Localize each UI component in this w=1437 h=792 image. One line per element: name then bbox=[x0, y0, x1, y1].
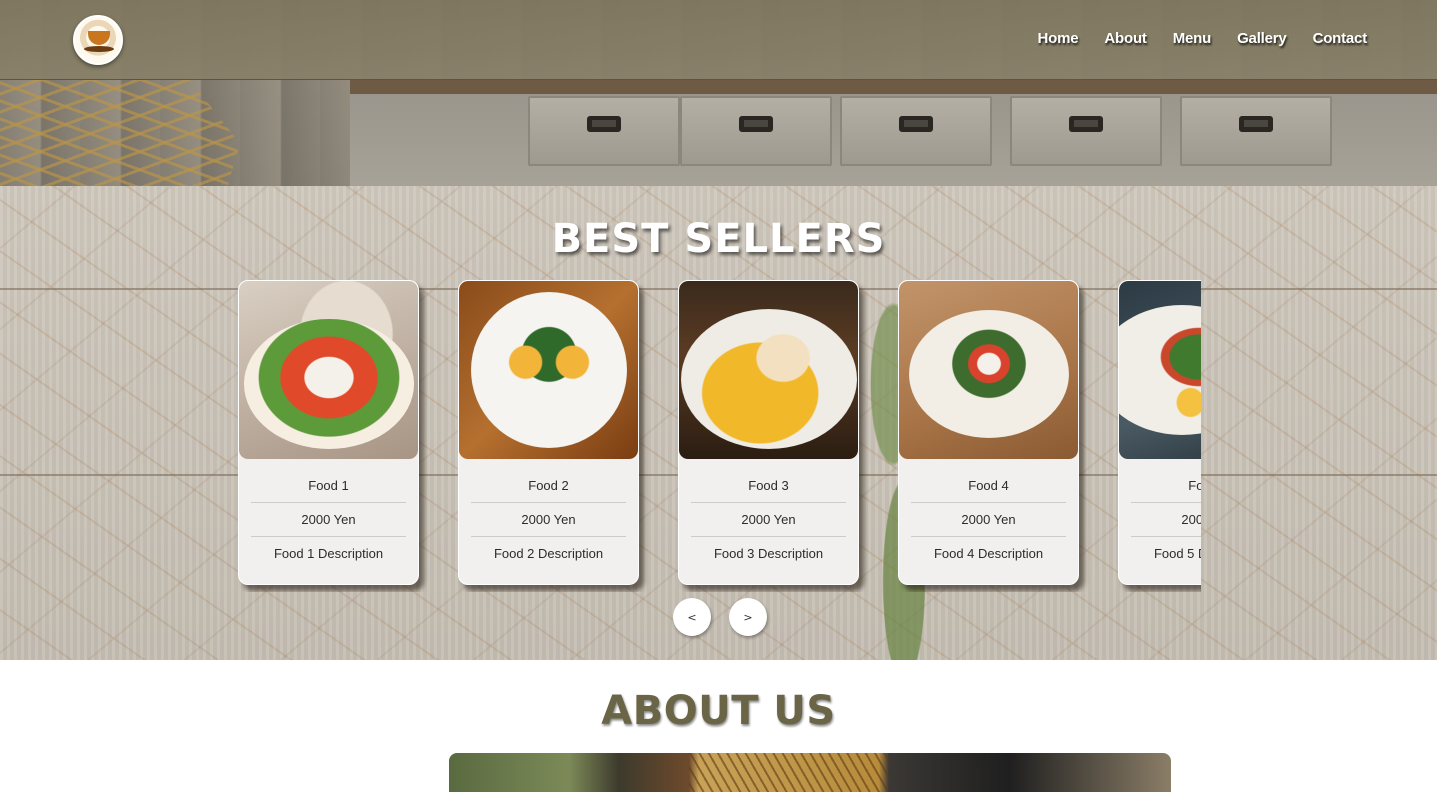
food-price: 2000 Yen bbox=[471, 503, 626, 537]
food-card[interactable]: Food 1 2000 Yen Food 1 Description bbox=[238, 280, 419, 585]
drawer bbox=[680, 96, 832, 166]
carousel-prev-button[interactable]: < bbox=[673, 598, 711, 636]
food-2-image bbox=[459, 281, 638, 459]
food-description: Food 3 Description bbox=[713, 546, 824, 561]
food-card[interactable]: Food 2 2000 Yen Food 2 Description bbox=[458, 280, 639, 585]
food-price: 2000 Yen bbox=[691, 503, 846, 537]
food-4-image bbox=[899, 281, 1078, 459]
food-description: Food 5 Description bbox=[1153, 546, 1201, 561]
drawer bbox=[1180, 96, 1332, 166]
carousel-track: Food 1 2000 Yen Food 1 Description Food … bbox=[238, 280, 1201, 585]
drawer bbox=[528, 96, 680, 166]
food-price: 2000 Yen bbox=[251, 503, 406, 537]
food-name: Food 2 bbox=[471, 469, 626, 503]
food-card[interactable]: Food 5 2000 Yen Food 5 Description bbox=[1118, 280, 1201, 585]
about-us-image bbox=[449, 753, 1171, 792]
food-5-image bbox=[1119, 281, 1201, 459]
nav-contact[interactable]: Contact bbox=[1313, 30, 1368, 47]
coffee-cup-logo-icon[interactable] bbox=[73, 15, 123, 65]
food-price: 2000 Yen bbox=[1131, 503, 1201, 537]
food-name: Food 5 bbox=[1131, 469, 1201, 503]
drawer bbox=[1010, 96, 1162, 166]
food-name: Food 1 bbox=[251, 469, 406, 503]
site-header: Home About Menu Gallery Contact bbox=[0, 0, 1437, 80]
carousel-next-button[interactable]: > bbox=[729, 598, 767, 636]
food-3-image bbox=[679, 281, 858, 459]
drawer bbox=[840, 96, 992, 166]
nav-home[interactable]: Home bbox=[1038, 30, 1079, 47]
main-nav: Home About Menu Gallery Contact bbox=[1038, 30, 1368, 47]
food-description: Food 1 Description bbox=[273, 546, 384, 561]
food-card[interactable]: Food 4 2000 Yen Food 4 Description bbox=[898, 280, 1079, 585]
best-sellers-section: BEST SELLERS Food 1 2000 Yen Food 1 Desc… bbox=[0, 186, 1437, 660]
food-description: Food 2 Description bbox=[493, 546, 604, 561]
food-price: 2000 Yen bbox=[911, 503, 1066, 537]
food-name: Food 4 bbox=[911, 469, 1066, 503]
best-sellers-carousel[interactable]: Food 1 2000 Yen Food 1 Description Food … bbox=[238, 280, 1201, 592]
best-sellers-title: BEST SELLERS bbox=[551, 216, 886, 262]
chair-image bbox=[0, 80, 240, 186]
nav-about[interactable]: About bbox=[1104, 30, 1147, 47]
nav-menu[interactable]: Menu bbox=[1173, 30, 1212, 47]
food-1-image bbox=[239, 281, 418, 459]
nav-gallery[interactable]: Gallery bbox=[1237, 30, 1287, 47]
about-us-title: ABOUT US bbox=[601, 688, 836, 734]
food-description: Food 4 Description bbox=[933, 546, 1044, 561]
food-card[interactable]: Food 3 2000 Yen Food 3 Description bbox=[678, 280, 859, 585]
food-name: Food 3 bbox=[691, 469, 846, 503]
